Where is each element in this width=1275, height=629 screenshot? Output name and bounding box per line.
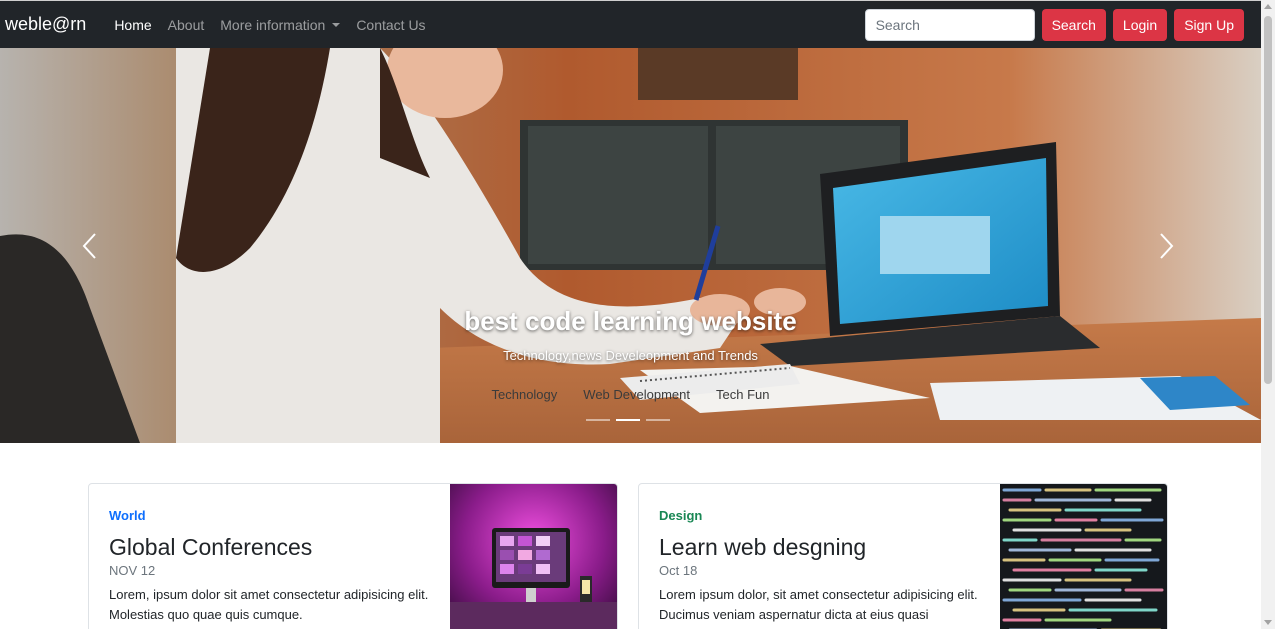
card-image-code xyxy=(1000,484,1167,629)
hero-links: Technology Web Development Tech Fun xyxy=(0,387,1261,402)
search-button[interactable]: Search xyxy=(1041,9,1106,41)
signup-button[interactable]: Sign Up xyxy=(1174,9,1244,41)
navbar-actions: Search Login Sign Up xyxy=(864,9,1244,41)
card-title: Learn web desgning xyxy=(659,534,867,560)
nav-about-link[interactable]: About xyxy=(168,17,205,33)
caret-down-icon xyxy=(332,22,341,27)
carousel-indicator-2[interactable] xyxy=(616,419,640,421)
search-input[interactable] xyxy=(864,9,1035,41)
hero-link-technology[interactable]: Technology xyxy=(492,387,558,402)
card-image-computer xyxy=(450,484,617,629)
card-global-conferences: World Global Conferences NOV 12 Lorem, i… xyxy=(88,483,618,629)
carousel-indicators xyxy=(586,419,670,421)
hero-subtitle: Technology,news Develeopment and Trends xyxy=(503,348,758,363)
scrollbar-thumb[interactable] xyxy=(1264,16,1272,384)
card-text: Lorem ipsum dolor, sit amet consectetur … xyxy=(659,587,978,622)
nav-home-link[interactable]: Home xyxy=(114,17,151,33)
page-scrollbar[interactable] xyxy=(1261,0,1275,629)
card-category[interactable]: World xyxy=(109,508,146,523)
hero-background-image xyxy=(0,48,1261,443)
card-title: Global Conferences xyxy=(109,534,313,560)
nav-more-information-dropdown[interactable]: More information xyxy=(220,16,341,33)
scroll-up-icon[interactable] xyxy=(1264,4,1272,9)
card-text: Lorem, ipsum dolor sit amet consectetur … xyxy=(109,587,429,622)
carousel-indicator-1[interactable] xyxy=(586,419,610,421)
scroll-down-icon[interactable] xyxy=(1264,620,1272,625)
carousel-indicator-3[interactable] xyxy=(646,419,670,421)
card-date: Oct 18 xyxy=(659,563,698,578)
chevron-right-icon[interactable] xyxy=(1156,231,1176,261)
hero-link-tech-fun[interactable]: Tech Fun xyxy=(716,387,769,402)
card-date: NOV 12 xyxy=(109,563,156,578)
login-button[interactable]: Login xyxy=(1112,9,1168,41)
card-category[interactable]: Design xyxy=(659,508,702,523)
brand-logo[interactable]: weble@rn xyxy=(5,14,86,35)
navbar: weble@rn Home About More information Con… xyxy=(0,0,1261,48)
hero-link-web-development[interactable]: Web Development xyxy=(583,387,690,402)
hero-carousel: best code learning website Technology,ne… xyxy=(0,48,1261,443)
chevron-left-icon[interactable] xyxy=(80,231,100,261)
nav-contact-link[interactable]: Contact Us xyxy=(356,17,425,33)
nav-more-information-label: More information xyxy=(220,16,326,33)
hero-title: best code learning website xyxy=(464,306,797,336)
card-learn-web-designing: Design Learn web desgning Oct 18 Lorem i… xyxy=(638,483,1168,629)
